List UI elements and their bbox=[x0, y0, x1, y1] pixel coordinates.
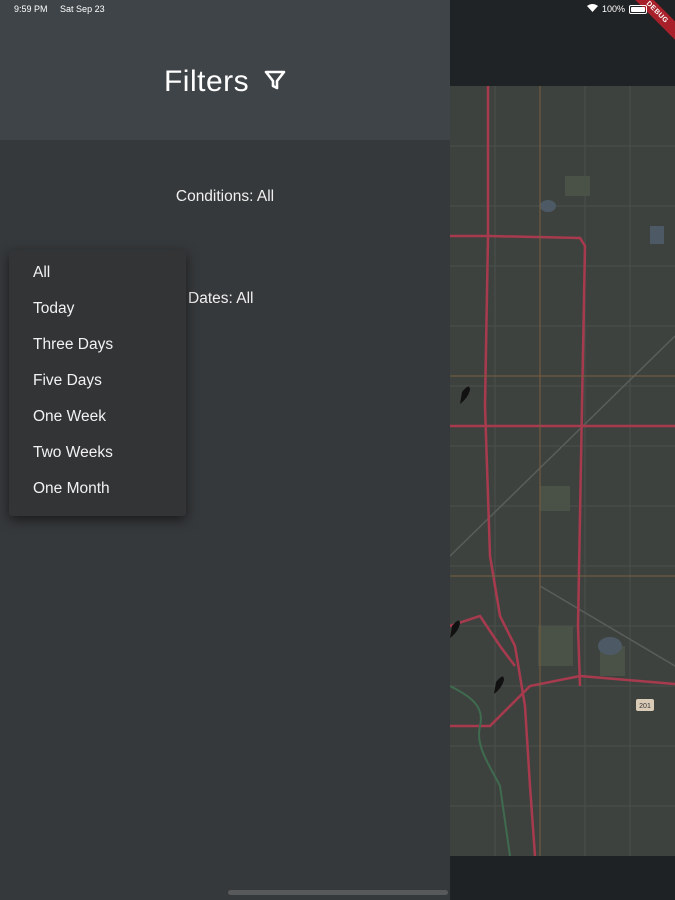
dates-filter-button[interactable]: Dates: All bbox=[188, 290, 253, 308]
battery-icon bbox=[629, 4, 647, 14]
map-area: 201 DEBUG bbox=[450, 0, 675, 900]
status-time: 9:59 PM bbox=[14, 4, 48, 14]
drawer-title: Filters bbox=[0, 64, 450, 99]
filter-icon bbox=[264, 65, 286, 99]
status-bar: 9:59 PM Sat Sep 23 100% bbox=[0, 0, 675, 20]
dates-option-one-month[interactable]: One Month bbox=[33, 480, 110, 498]
home-indicator[interactable] bbox=[228, 890, 448, 895]
drawer-header: Filters bbox=[0, 0, 450, 140]
status-date: Sat Sep 23 bbox=[60, 4, 105, 14]
battery-percent: 100% bbox=[601, 4, 625, 14]
conditions-filter-button[interactable]: Conditions: All bbox=[0, 188, 450, 206]
dates-option-all[interactable]: All bbox=[33, 264, 50, 282]
road-shield-label: 201 bbox=[639, 703, 651, 710]
dates-option-five-days[interactable]: Five Days bbox=[33, 372, 102, 390]
dates-option-two-weeks[interactable]: Two Weeks bbox=[33, 444, 113, 462]
wifi-icon bbox=[586, 4, 598, 14]
dates-option-one-week[interactable]: One Week bbox=[33, 408, 106, 426]
dates-dropdown-menu: All Today Three Days Five Days One Week … bbox=[9, 250, 186, 516]
dates-option-three-days[interactable]: Three Days bbox=[33, 336, 113, 354]
map-canvas[interactable]: 201 bbox=[450, 86, 675, 856]
drawer-title-text: Filters bbox=[163, 65, 250, 99]
filters-drawer: Filters Conditions: All Dates: All All T… bbox=[0, 0, 450, 900]
dates-option-today[interactable]: Today bbox=[33, 300, 74, 318]
map-bottom-bar bbox=[450, 856, 675, 900]
